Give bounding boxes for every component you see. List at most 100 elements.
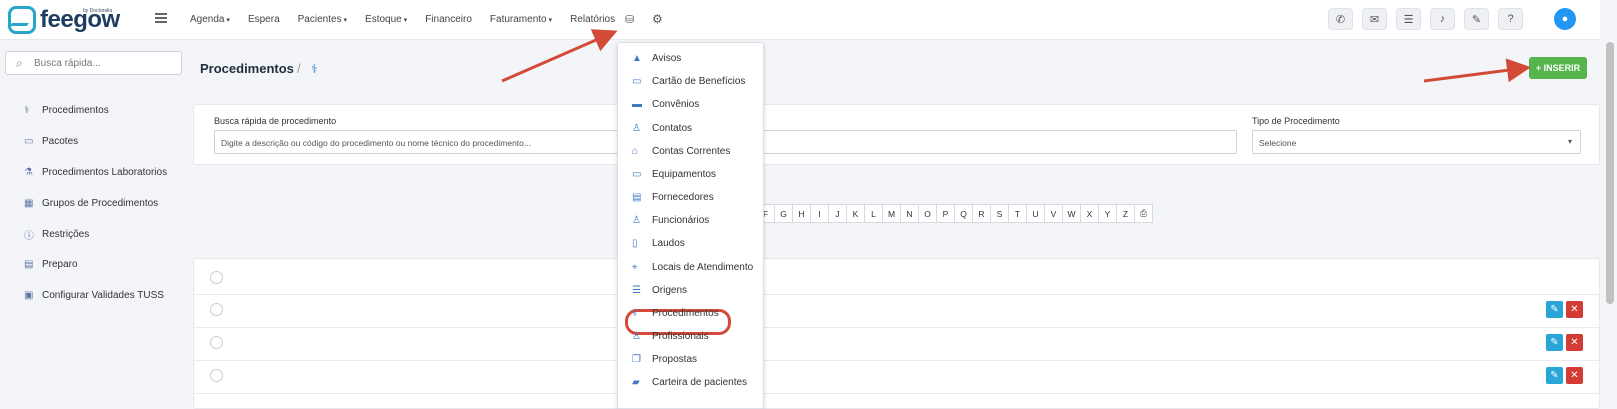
letter-filter-w[interactable]: W bbox=[1062, 204, 1081, 223]
dropdown-item-profissionais[interactable]: ♙ Profissionais bbox=[632, 328, 709, 344]
dropdown-item-propostas[interactable]: ❐ Propostas bbox=[632, 351, 697, 367]
gear-icon[interactable]: ⚙ bbox=[652, 12, 663, 26]
dropdown-item-fornecedores[interactable]: ▤ Fornecedores bbox=[632, 189, 714, 205]
dropdown-item-contatos[interactable]: ♙ Contatos bbox=[632, 120, 692, 136]
archive-icon: ▤ bbox=[632, 191, 642, 203]
sidebar-item-validades-tuss[interactable]: ▣ Configurar Validades TUSS bbox=[24, 287, 164, 303]
stethoscope-icon: ⚕ bbox=[311, 62, 318, 76]
nav-faturamento[interactable]: Faturamento bbox=[490, 14, 552, 25]
dropdown-item-locais-de-atendimento[interactable]: ⌖ Locais de Atendimento bbox=[632, 259, 753, 275]
quick-search-input[interactable]: ⌕ Busca rápida... bbox=[5, 51, 182, 75]
database-icon[interactable]: ⛁ bbox=[625, 13, 634, 26]
scrollbar[interactable] bbox=[1606, 42, 1614, 304]
letter-filter-l[interactable]: L bbox=[864, 204, 883, 223]
dropdown-item-label: Procedimentos bbox=[652, 307, 719, 319]
sidebar-item-procedimentos-laboratorios[interactable]: ⚗ Procedimentos Laboratorios bbox=[24, 164, 167, 180]
expand-row-icon[interactable] bbox=[210, 369, 223, 382]
dropdown-item-carteira-de-pacientes[interactable]: ▰ Carteira de pacientes bbox=[632, 374, 747, 390]
edit-button[interactable]: ✎ bbox=[1546, 367, 1563, 384]
help-icon[interactable]: ? bbox=[1498, 8, 1523, 30]
nav-estoque[interactable]: Estoque bbox=[365, 14, 407, 25]
inbox-icon[interactable]: ✉ bbox=[1362, 8, 1387, 30]
sidebar-item-procedimentos[interactable]: ⚕ Procedimentos bbox=[24, 102, 109, 118]
user-avatar-icon[interactable]: ● bbox=[1554, 8, 1576, 30]
sidebar-item-restricoes[interactable]: ⓘ Restrições bbox=[24, 226, 89, 242]
expand-row-icon[interactable] bbox=[210, 336, 223, 349]
expand-all-icon[interactable] bbox=[210, 271, 223, 284]
letter-filter-g[interactable]: G bbox=[774, 204, 793, 223]
edit-button[interactable]: ✎ bbox=[1546, 334, 1563, 351]
sidebar-item-label: Pacotes bbox=[42, 135, 79, 147]
letter-filter-o[interactable]: O bbox=[918, 204, 937, 223]
laptop-icon: ▭ bbox=[632, 168, 642, 180]
hamburger-menu-icon[interactable] bbox=[155, 13, 167, 23]
dropdown-item-equipamentos[interactable]: ▭ Equipamentos bbox=[632, 166, 716, 182]
letter-filter-v[interactable]: V bbox=[1044, 204, 1063, 223]
feegow-logo[interactable]: feegow by Doctoralia bbox=[8, 6, 120, 34]
dropdown-item-contas-correntes[interactable]: ⌂ Contas Correntes bbox=[632, 143, 730, 159]
sidebar-item-pacotes[interactable]: ▭ Pacotes bbox=[24, 133, 78, 149]
dropdown-item-avisos[interactable]: ▲ Avisos bbox=[632, 50, 681, 66]
letter-filter-m[interactable]: M bbox=[882, 204, 901, 223]
id-card-icon: ▭ bbox=[632, 75, 642, 87]
nav-espera[interactable]: Espera bbox=[248, 14, 280, 25]
right-toolbar: ✆ ✉ ☰ ♪ ✎ ? ● bbox=[1328, 8, 1576, 30]
procedure-type-select[interactable]: Selecione ▾ bbox=[1252, 130, 1581, 154]
delete-button[interactable]: ✕ bbox=[1566, 367, 1583, 384]
dropdown-item-laudos[interactable]: ▯ Laudos bbox=[632, 235, 685, 251]
letter-filter-r[interactable]: R bbox=[972, 204, 991, 223]
sidebar-item-label: Grupos de Procedimentos bbox=[42, 197, 159, 209]
dropdown-item-label: Locais de Atendimento bbox=[652, 261, 754, 273]
box-icon: ▭ bbox=[24, 135, 34, 147]
nav-relatorios[interactable]: Relatórios bbox=[570, 14, 615, 25]
edit-button[interactable]: ✎ bbox=[1546, 301, 1563, 318]
letter-filter-z[interactable]: Z bbox=[1116, 204, 1135, 223]
sidebar-item-preparo[interactable]: ▤ Preparo bbox=[24, 256, 78, 272]
sidebar-item-grupos[interactable]: ▦ Grupos de Procedimentos bbox=[24, 195, 158, 211]
checklist-icon[interactable]: ☰ bbox=[1396, 8, 1421, 30]
letter-filter-k[interactable]: K bbox=[846, 204, 865, 223]
letter-filter-x[interactable]: X bbox=[1080, 204, 1099, 223]
bell-icon[interactable]: ♪ bbox=[1430, 8, 1455, 30]
list-icon: ▤ bbox=[24, 258, 34, 270]
letter-filter-i[interactable]: I bbox=[810, 204, 829, 223]
info-icon: ⓘ bbox=[24, 230, 34, 242]
dropdown-item-funcion-rios[interactable]: ♙ Funcionários bbox=[632, 212, 709, 228]
copy-icon: ❐ bbox=[632, 353, 641, 365]
dropdown-item-origens[interactable]: ☰ Origens bbox=[632, 282, 687, 298]
chat-icon[interactable]: ✎ bbox=[1464, 8, 1489, 30]
nav-financeiro[interactable]: Financeiro bbox=[425, 14, 472, 25]
dropdown-item-label: Origens bbox=[652, 284, 688, 296]
bank-icon: ⌂ bbox=[632, 145, 639, 157]
letter-filter-u[interactable]: U bbox=[1026, 204, 1045, 223]
map-pin-icon: ⌖ bbox=[632, 261, 638, 273]
letter-filter-t[interactable]: T bbox=[1008, 204, 1027, 223]
credit-card-icon: ▬ bbox=[632, 98, 642, 110]
cadastros-dropdown-menu: ▲ Avisos ▭ Cartão de Benefícios ▬ Convênios ♙ C… bbox=[617, 42, 764, 409]
table-divider bbox=[194, 393, 1601, 394]
dropdown-item-procedimentos[interactable]: ⚕ Procedimentos bbox=[632, 305, 719, 321]
user-icon: ♙ bbox=[632, 214, 641, 226]
letter-filter-h[interactable]: H bbox=[792, 204, 811, 223]
insert-button[interactable]: + INSERIR bbox=[1529, 57, 1587, 79]
print-icon[interactable]: ⎙ bbox=[1134, 204, 1153, 223]
expand-row-icon[interactable] bbox=[210, 303, 223, 316]
delete-button[interactable]: ✕ bbox=[1566, 301, 1583, 318]
letter-filter-y[interactable]: Y bbox=[1098, 204, 1117, 223]
letter-filter-s[interactable]: S bbox=[990, 204, 1009, 223]
sidebar-item-label: Preparo bbox=[42, 258, 78, 270]
user-icon: ♙ bbox=[632, 122, 641, 134]
letter-filter-j[interactable]: J bbox=[828, 204, 847, 223]
delete-button[interactable]: ✕ bbox=[1566, 334, 1583, 351]
dropdown-item-conv-nios[interactable]: ▬ Convênios bbox=[632, 96, 699, 112]
nav-pacientes[interactable]: Pacientes bbox=[298, 14, 347, 25]
letter-filter-q[interactable]: Q bbox=[954, 204, 973, 223]
dropdown-item-cart-o-de-benef-cios[interactable]: ▭ Cartão de Benefícios bbox=[632, 73, 745, 89]
logo-mark-icon bbox=[8, 6, 36, 34]
nav-agenda[interactable]: Agenda bbox=[190, 14, 230, 25]
letter-filter-n[interactable]: N bbox=[900, 204, 919, 223]
dropdown-item-label: Cartão de Benefícios bbox=[652, 75, 746, 87]
phone-icon[interactable]: ✆ bbox=[1328, 8, 1353, 30]
procedure-type-value: Selecione bbox=[1259, 138, 1297, 148]
letter-filter-p[interactable]: P bbox=[936, 204, 955, 223]
